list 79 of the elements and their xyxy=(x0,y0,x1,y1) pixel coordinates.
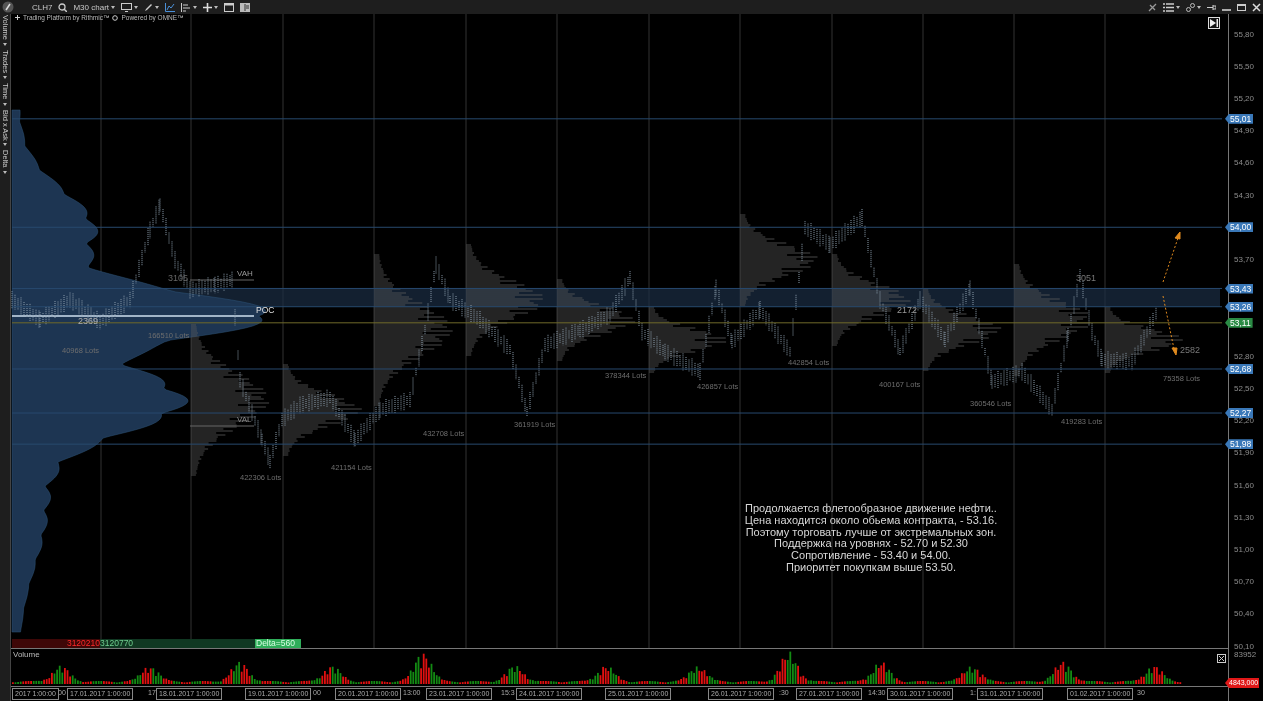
profile-label: VAH xyxy=(237,269,253,278)
annotation-line: Цена находится около обьема контракта, - 53.16. xyxy=(744,514,998,527)
price-tick: 50,70 xyxy=(1234,577,1255,587)
scroll-to-end-button[interactable] xyxy=(1208,17,1220,29)
plus-icon[interactable] xyxy=(203,2,213,12)
price-tick: 52,20 xyxy=(1234,416,1255,425)
price-tick: 51,60 xyxy=(1234,480,1255,490)
caret-icon xyxy=(111,5,116,9)
caret-icon xyxy=(3,76,7,80)
price-tick: 52,50 xyxy=(1234,383,1255,393)
price-tick: 54,90 xyxy=(1234,126,1255,136)
symbol-button[interactable]: CLH7 xyxy=(32,1,53,13)
sell-volume-bar: 3120210 xyxy=(12,639,100,648)
annotation-line: Поэтому торговать лучше от экстремальных зон. xyxy=(745,526,997,539)
price-tick: 51,90 xyxy=(1234,448,1255,458)
price-level-tag: 52,27 xyxy=(1225,408,1254,418)
price-level-tag: 53,43 xyxy=(1225,283,1254,294)
pane-title: Volume xyxy=(13,650,40,659)
price-tick: 51,30 xyxy=(1234,512,1255,522)
price-tick: 53,70 xyxy=(1234,255,1255,264)
link-icon[interactable] xyxy=(1186,2,1195,12)
restore-icon[interactable] xyxy=(1237,3,1246,11)
annotation-line: Поддержка на уровнях - 52.70 и 52.30 xyxy=(774,538,968,551)
window-icon[interactable] xyxy=(224,2,235,12)
line-chart-icon[interactable] xyxy=(165,2,176,12)
buy-volume-bar: 3120770 xyxy=(100,639,255,648)
price-tick: 50,40 xyxy=(1234,609,1255,619)
search-icon[interactable] xyxy=(58,2,68,12)
price-tick: 55,50 xyxy=(1234,61,1255,71)
price-level-tag: 53,11 xyxy=(1225,317,1253,328)
profile-label: 2172 xyxy=(897,305,918,315)
profile-label: 3105 xyxy=(168,273,189,283)
price-tick: 50,10 xyxy=(1234,641,1255,651)
price-level-tag: 55,01 xyxy=(1225,113,1254,124)
chart-type-dropdown[interactable]: M30 chart xyxy=(73,1,116,13)
forecast-arrow xyxy=(1162,295,1178,356)
profile-label: 2582 xyxy=(1180,345,1201,355)
price-tick: 52,80 xyxy=(1234,351,1255,361)
caret-icon xyxy=(155,5,160,9)
annotation-line: Сопротивление - 53.40 и 54.00. xyxy=(791,550,951,562)
logo-icon[interactable] xyxy=(2,1,14,13)
caret-icon xyxy=(193,5,198,9)
caret-icon xyxy=(3,43,7,47)
price-tick: 51,00 xyxy=(1234,544,1255,554)
price-tick: 54,60 xyxy=(1234,158,1255,168)
caret-icon xyxy=(3,170,7,174)
profile-label: 2369 xyxy=(78,316,99,326)
price-tick: 55,20 xyxy=(1234,93,1255,103)
caret-icon xyxy=(134,5,139,9)
ring-icon xyxy=(112,14,119,21)
forecast-arrow xyxy=(1162,231,1181,283)
caret-icon xyxy=(1176,5,1180,9)
profile-label: POC xyxy=(256,305,275,315)
price-level-tag: 52,68 xyxy=(1225,364,1254,374)
delta-badge: Delta=560 xyxy=(255,639,301,648)
price-tick: 54,30 xyxy=(1234,190,1255,200)
annotation-line: Продолжается флетообразное движение нефти.. xyxy=(745,503,997,515)
price-level-tag: 54,00 xyxy=(1225,222,1254,233)
plus-icon xyxy=(15,15,20,20)
annotation-line: Приоритет покупкам выше 53.50. xyxy=(786,562,956,574)
profile-label: VAL xyxy=(237,415,252,424)
pen-icon[interactable] xyxy=(144,2,154,12)
price-level-tag: 53,26 xyxy=(1225,301,1254,312)
price-tick: 55,80 xyxy=(1234,29,1255,39)
close-pane-button[interactable] xyxy=(1217,651,1226,660)
profile-label: 3051 xyxy=(1076,273,1097,283)
close-icon xyxy=(1217,654,1226,663)
list-icon[interactable] xyxy=(1163,2,1174,12)
price-level-tag: 51,98 xyxy=(1225,439,1254,450)
volume-max-label: 83952 xyxy=(1234,650,1257,659)
skip-end-icon xyxy=(1210,19,1218,27)
caret-icon xyxy=(214,5,219,9)
caret-icon xyxy=(3,143,7,147)
bars-icon[interactable] xyxy=(181,2,192,12)
monitor-icon[interactable] xyxy=(121,2,133,12)
close-icon[interactable] xyxy=(1252,2,1261,12)
caret-icon xyxy=(3,102,7,106)
panel-icon[interactable] xyxy=(240,2,251,12)
caret-icon xyxy=(1197,5,1201,9)
